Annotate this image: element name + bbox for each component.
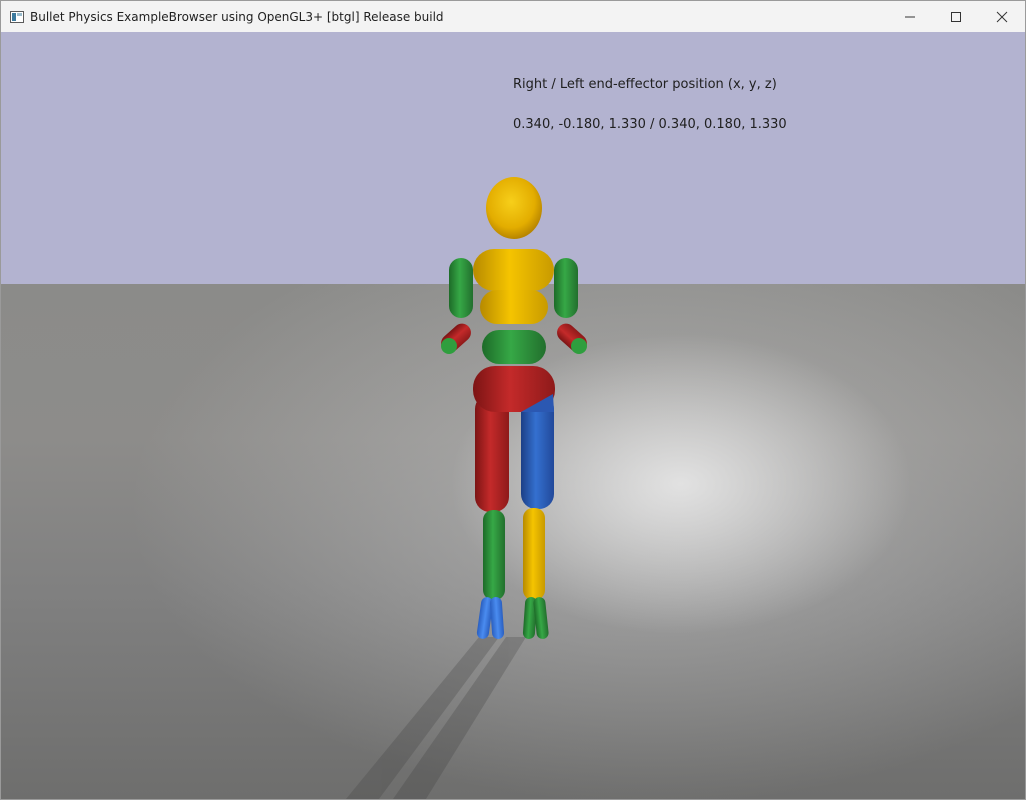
maximize-icon — [951, 11, 961, 22]
close-button[interactable] — [979, 1, 1025, 32]
end-effector-values: 0.340, -0.180, 1.330 / 0.340, 0.180, 1.3… — [513, 117, 787, 132]
app-window-icon — [10, 10, 24, 24]
middle-torso — [480, 290, 548, 324]
left-hand — [571, 338, 587, 354]
title-bar[interactable]: Bullet Physics ExampleBrowser using Open… — [1, 1, 1025, 32]
right-upper-arm — [449, 258, 473, 318]
right-foot — [476, 597, 505, 639]
left-upper-arm — [554, 258, 578, 318]
app-window: Bullet Physics ExampleBrowser using Open… — [0, 0, 1026, 800]
body-shadow — [346, 637, 526, 799]
close-icon — [996, 11, 1008, 22]
left-foot — [522, 597, 549, 639]
humanoid-scene — [346, 177, 587, 799]
maximize-button[interactable] — [933, 1, 979, 32]
minimize-icon — [905, 16, 915, 17]
left-shin — [523, 508, 545, 600]
opengl-viewport[interactable]: Right / Left end-effector position (x, y… — [1, 32, 1025, 799]
window-title: Bullet Physics ExampleBrowser using Open… — [30, 9, 444, 24]
upper-torso — [473, 249, 554, 291]
end-effector-heading: Right / Left end-effector position (x, y… — [513, 77, 777, 92]
head — [486, 177, 542, 239]
right-shin — [483, 510, 505, 600]
abdomen — [482, 330, 546, 364]
right-hand — [441, 338, 457, 354]
minimize-button[interactable] — [887, 1, 933, 32]
window-controls — [887, 1, 1025, 32]
